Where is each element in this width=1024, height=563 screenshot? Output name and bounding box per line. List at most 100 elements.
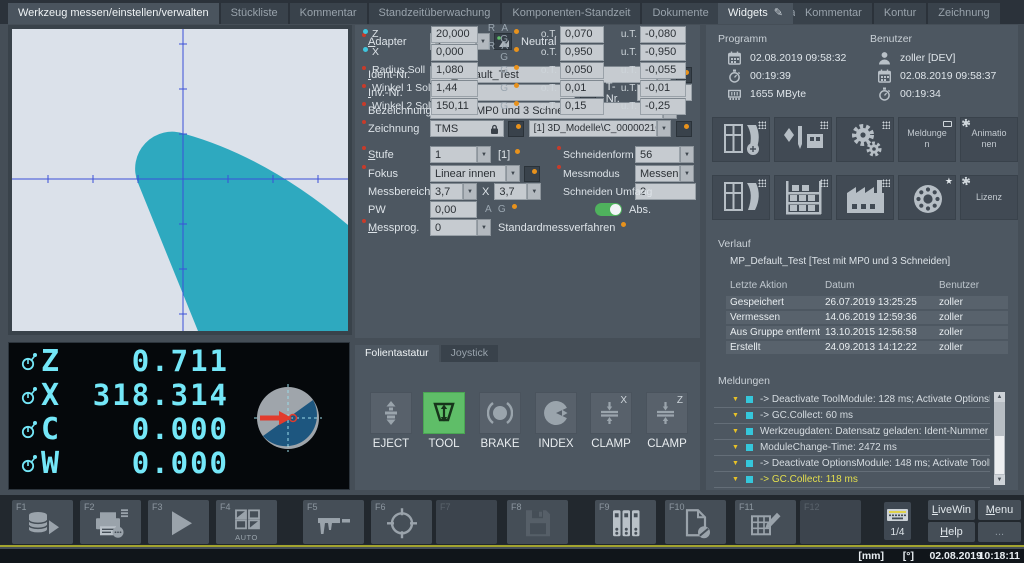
ot-input[interactable]: 0,070	[560, 25, 604, 43]
ot-input[interactable]: 0,15	[560, 97, 604, 115]
tool-button[interactable]	[423, 392, 465, 434]
chevron-down-icon[interactable]: ▼	[680, 165, 694, 182]
eject-button[interactable]	[370, 392, 412, 434]
expand-triangle-icon[interactable]: ▼	[732, 428, 739, 435]
expand-triangle-icon[interactable]: ▼	[732, 476, 739, 483]
chevron-down-icon[interactable]: ▼	[477, 146, 491, 163]
widget-tool-measure[interactable]	[712, 117, 770, 162]
clamp-z-button[interactable]: Z	[646, 392, 688, 434]
brake-button[interactable]	[479, 392, 521, 434]
nominal-input[interactable]: 150,11	[431, 97, 478, 115]
abs-toggle[interactable]	[595, 203, 622, 216]
index-button[interactable]	[535, 392, 577, 434]
expand-triangle-icon[interactable]: ▼	[732, 444, 739, 451]
f1-tool-database-button[interactable]: F1	[12, 500, 73, 544]
f10-delete-document-button[interactable]: F10	[665, 500, 726, 544]
widget-flange[interactable]: ★	[898, 175, 956, 220]
f9-archive-button[interactable]: F9	[595, 500, 656, 544]
stufe-select[interactable]: 1	[430, 146, 477, 163]
clamp-x-button[interactable]: X	[590, 392, 632, 434]
meldungen-scrollbar[interactable]: ▲ ▼	[994, 392, 1005, 485]
ut-input[interactable]: -0,25	[640, 97, 686, 115]
nominal-input[interactable]: 20,000	[431, 25, 478, 43]
chevron-down-icon[interactable]: ▼	[477, 219, 491, 236]
virtual-keyboard-button[interactable]: 1/4	[884, 502, 911, 540]
cad-note-button[interactable]	[676, 120, 692, 137]
widget-lizenz[interactable]: Lizenz	[960, 175, 1018, 220]
f11-edit-table-button[interactable]: F11	[735, 500, 796, 544]
f6-crosshair-button[interactable]: F6	[371, 500, 432, 544]
tab-werkzeug-messen[interactable]: Werkzeug messen/einstellen/verwalten	[8, 3, 219, 24]
chevron-down-icon[interactable]: ▼	[506, 165, 520, 182]
zeichnung-input[interactable]: TMS	[430, 120, 504, 137]
ut-input[interactable]: -0,055	[640, 61, 686, 79]
f3-start-button[interactable]: F3	[148, 500, 209, 544]
cad-file-select[interactable]: [1] 3D_Modelle\C_00000210_CAD.stp	[528, 120, 657, 137]
widget-meldungen[interactable]: Meldungen	[898, 117, 956, 162]
menu-button[interactable]: Menu	[978, 500, 1021, 520]
expand-triangle-icon[interactable]: ▼	[732, 460, 739, 467]
chevron-down-icon[interactable]: ▼	[463, 183, 477, 200]
meldung-item[interactable]: ▼ -> GC.Collect: 118 ms	[714, 472, 990, 488]
scroll-up-icon[interactable]: ▲	[994, 392, 1005, 402]
scroll-down-icon[interactable]: ▼	[994, 475, 1005, 485]
expand-triangle-icon[interactable]: ▼	[732, 412, 739, 419]
camera-measuring-view[interactable]	[8, 25, 352, 335]
tab-joystick[interactable]: Joystick	[440, 345, 498, 362]
f2-print-button[interactable]: F2	[80, 500, 141, 544]
messbereich-x-select[interactable]: 3,7	[430, 183, 463, 200]
ut-label: u.T.	[620, 64, 637, 76]
nominal-input[interactable]: 1,080	[431, 61, 478, 79]
chevron-down-icon[interactable]: ▼	[657, 120, 671, 137]
tab-folientastatur[interactable]: Folientastatur	[355, 345, 439, 362]
messmodus-select[interactable]: Messen b	[635, 165, 680, 182]
widget-animationen[interactable]: Animationen	[960, 117, 1018, 162]
scrollbar-thumb[interactable]	[995, 436, 1004, 474]
meldung-item[interactable]: ▼ -> Deactivate OptionsModule: 148 ms; A…	[714, 456, 990, 472]
zeichnung-row: Zeichnung TMS [1] 3D_Modelle\C_00000210_…	[362, 119, 692, 137]
ut-input[interactable]: -0,950	[640, 43, 686, 61]
pw-input[interactable]: 0,00	[430, 201, 477, 218]
meldung-item[interactable]: ▼ -> GC.Collect: 60 ms	[714, 408, 990, 424]
ot-input[interactable]: 0,950	[560, 43, 604, 61]
f4-auto-view-button[interactable]: F4 AUTO	[216, 500, 277, 544]
chevron-down-icon[interactable]: ▼	[527, 183, 542, 200]
meldung-item[interactable]: ▼ ModuleChange-Time: 2472 ms	[714, 440, 990, 456]
f5-caliper-button[interactable]: F5	[303, 500, 364, 544]
messbereich-y-select[interactable]: 3,7	[494, 183, 528, 200]
tab-kontur[interactable]: Kontur	[873, 3, 927, 24]
chevron-down-icon[interactable]: ▼	[680, 146, 694, 163]
tab-komponenten-standzeit[interactable]: Komponenten-Standzeit	[502, 3, 641, 24]
widget-tool-manage[interactable]	[712, 175, 770, 220]
livewin-button[interactable]: LiveWin	[928, 500, 975, 520]
schneidenform-select[interactable]: 56	[635, 146, 680, 163]
nominal-input[interactable]: 0,000	[431, 43, 478, 61]
ut-input[interactable]: -0,080	[640, 25, 686, 43]
tab-dokumente[interactable]: Dokumente	[642, 3, 719, 24]
tab-widgets[interactable]: Widgets ✎	[718, 3, 793, 24]
widget-factory[interactable]	[836, 175, 894, 220]
message-text: Werkzeugdaten: Datensatz geladen: Ident-…	[759, 426, 990, 437]
tab-kommentar[interactable]: Kommentar	[289, 3, 367, 24]
fokus-select[interactable]: Linear innen	[430, 165, 506, 182]
verlauf-row: Gespeichert 26.07.2019 13:25:25 zoller	[726, 296, 1008, 309]
widget-settings[interactable]	[836, 117, 894, 162]
widget-storage[interactable]	[774, 175, 832, 220]
meldung-item[interactable]: ▼ -> Deactivate ToolModule: 128 ms; Acti…	[714, 392, 990, 408]
nominal-input[interactable]: 1,44	[431, 79, 478, 97]
ot-input[interactable]: 0,01	[560, 79, 604, 97]
zeichnung-note-button[interactable]	[507, 120, 524, 137]
widget-tool-magazine[interactable]	[774, 117, 832, 162]
tab-standzeitueberwachung[interactable]: Standzeitüberwachung	[368, 3, 501, 24]
more-button[interactable]: ...	[978, 522, 1021, 542]
ut-input[interactable]: -0,01	[640, 79, 686, 97]
tab-zeichnung[interactable]: Zeichnung	[928, 3, 1000, 24]
ot-input[interactable]: 0,050	[560, 61, 604, 79]
tab-stueckliste[interactable]: Stückliste	[220, 3, 288, 24]
help-button[interactable]: Help	[928, 522, 975, 542]
expand-triangle-icon[interactable]: ▼	[732, 396, 739, 403]
messprog-select[interactable]: 0	[430, 219, 477, 236]
tab-widgets-kommentar[interactable]: Kommentar	[794, 3, 872, 24]
meldung-item[interactable]: ▼ Werkzeugdaten: Datensatz geladen: Iden…	[714, 424, 990, 440]
fokus-note-button[interactable]	[524, 165, 540, 182]
